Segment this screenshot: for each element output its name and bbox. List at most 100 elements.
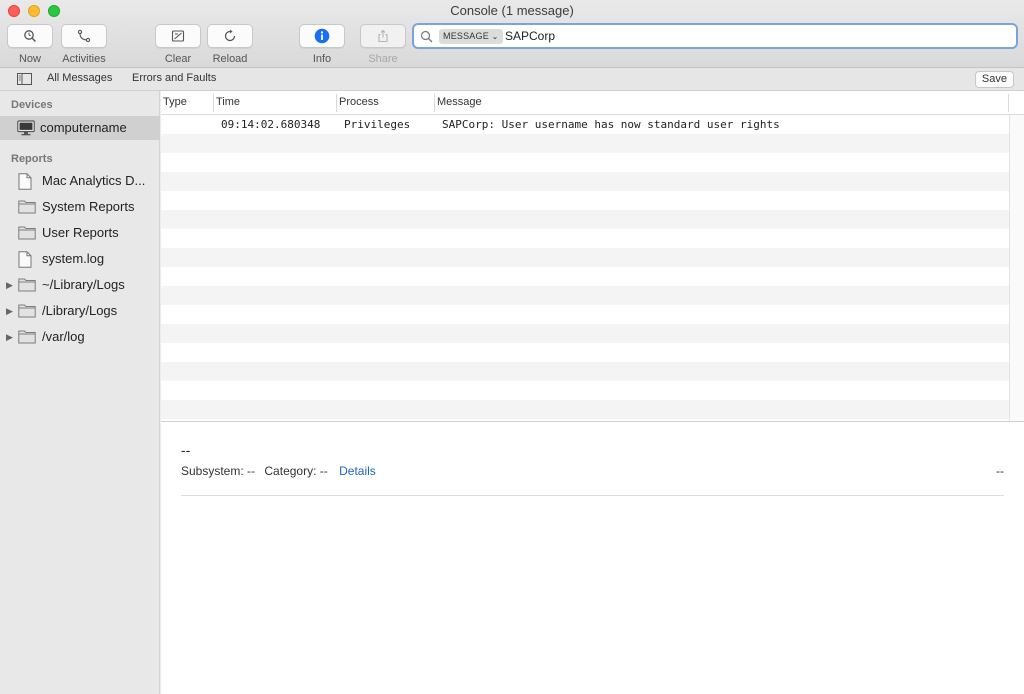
column-divider[interactable] bbox=[434, 94, 435, 112]
empty-row bbox=[161, 381, 1009, 400]
sidebar-toggle-icon[interactable] bbox=[17, 73, 32, 85]
empty-row bbox=[161, 286, 1009, 305]
activities-tool: Activities bbox=[61, 24, 107, 65]
details-link[interactable]: Details bbox=[339, 464, 376, 478]
disclosure-triangle-icon[interactable]: ▶ bbox=[6, 332, 13, 343]
empty-row bbox=[161, 362, 1009, 381]
clear-icon bbox=[171, 30, 185, 42]
empty-row bbox=[161, 153, 1009, 172]
sidebar-item-var-log[interactable]: ▶ /var/log bbox=[0, 325, 160, 349]
info-icon bbox=[314, 28, 330, 44]
now-icon bbox=[24, 30, 36, 42]
sidebar-item-label: computername bbox=[40, 120, 127, 135]
reports-heading: Reports bbox=[11, 153, 53, 165]
disclosure-triangle-icon[interactable]: ▶ bbox=[6, 306, 13, 317]
category-label: Category: bbox=[264, 464, 317, 478]
reload-icon bbox=[224, 29, 236, 42]
sidebar-item-label: User Reports bbox=[42, 225, 119, 240]
toolbar: Console (1 message) Now Activities Clear… bbox=[0, 0, 1024, 68]
detail-right-value: -- bbox=[996, 464, 1004, 478]
column-header-message[interactable]: Message bbox=[437, 96, 482, 108]
chevron-down-icon: ⌄ bbox=[491, 32, 499, 41]
search-token-label: MESSAGE bbox=[443, 31, 489, 41]
detail-pane: -- Subsystem: -- Category: -- Details -- bbox=[161, 422, 1024, 694]
computer-icon bbox=[17, 120, 35, 136]
activities-label: Activities bbox=[62, 53, 106, 65]
sidebar-item-library-logs[interactable]: ▶ /Library/Logs bbox=[0, 299, 160, 323]
now-button[interactable] bbox=[7, 24, 53, 48]
search-input-value[interactable]: SAPCorp bbox=[505, 29, 555, 43]
empty-row bbox=[161, 191, 1009, 210]
sidebar-item-system-reports[interactable]: System Reports bbox=[0, 195, 160, 219]
info-tool: Info bbox=[299, 24, 345, 65]
folder-icon bbox=[18, 330, 36, 344]
sidebar-item-user-reports[interactable]: User Reports bbox=[0, 221, 160, 245]
reload-tool: Reload bbox=[207, 24, 253, 65]
empty-row bbox=[161, 210, 1009, 229]
share-button[interactable] bbox=[360, 24, 406, 48]
activities-icon bbox=[77, 29, 91, 43]
empty-row bbox=[161, 134, 1009, 153]
search-token[interactable]: MESSAGE ⌄ bbox=[439, 29, 503, 44]
disclosure-triangle-icon[interactable]: ▶ bbox=[6, 280, 13, 291]
table-row[interactable]: 09:14:02.680348 Privileges SAPCorp: User… bbox=[161, 115, 1009, 134]
filter-all-messages[interactable]: All Messages bbox=[47, 72, 112, 84]
sidebar-item-label: Mac Analytics D... bbox=[42, 173, 146, 188]
column-header-process[interactable]: Process bbox=[339, 96, 379, 108]
table-header: Type Time Process Message bbox=[161, 91, 1024, 115]
sidebar-item-label: /Library/Logs bbox=[42, 303, 118, 318]
share-label: Share bbox=[368, 53, 398, 65]
info-button[interactable] bbox=[299, 24, 345, 48]
column-divider[interactable] bbox=[336, 94, 337, 112]
sidebar-item-label: System Reports bbox=[42, 199, 135, 214]
detail-metadata: Subsystem: -- Category: -- Details bbox=[181, 464, 376, 478]
window-title: Console (1 message) bbox=[450, 3, 574, 18]
reload-label: Reload bbox=[212, 53, 248, 65]
sidebar-item-label: ~/Library/Logs bbox=[42, 277, 125, 292]
detail-title: -- bbox=[181, 442, 191, 458]
save-button[interactable]: Save bbox=[974, 71, 1014, 88]
share-tool: Share bbox=[360, 24, 406, 65]
clear-tool: Clear bbox=[155, 24, 201, 65]
cell-time: 09:14:02.680348 bbox=[221, 118, 321, 131]
category-value: -- bbox=[319, 464, 328, 478]
devices-heading: Devices bbox=[11, 99, 53, 111]
empty-row bbox=[161, 248, 1009, 267]
document-icon bbox=[18, 173, 32, 190]
share-icon bbox=[378, 29, 388, 43]
cell-process: Privileges bbox=[344, 118, 411, 131]
folder-icon bbox=[18, 304, 36, 318]
activities-button[interactable] bbox=[61, 24, 107, 48]
sidebar-item-user-library-logs[interactable]: ▶ ~/Library/Logs bbox=[0, 273, 160, 297]
sidebar-item-system-log[interactable]: system.log bbox=[0, 247, 160, 271]
column-divider[interactable] bbox=[213, 94, 214, 112]
subsystem-label: Subsystem: bbox=[181, 464, 244, 478]
empty-row bbox=[161, 172, 1009, 191]
column-header-type[interactable]: Type bbox=[163, 96, 187, 108]
folder-icon bbox=[18, 200, 36, 214]
subsystem-value: -- bbox=[247, 464, 256, 478]
empty-row bbox=[161, 305, 1009, 324]
document-icon bbox=[18, 251, 32, 268]
info-label: Info bbox=[312, 53, 332, 65]
empty-row bbox=[161, 400, 1009, 419]
clear-label: Clear bbox=[164, 53, 192, 65]
search-icon bbox=[420, 30, 433, 43]
clear-button[interactable] bbox=[155, 24, 201, 48]
cell-message: SAPCorp: User username has now standard … bbox=[442, 118, 780, 131]
folder-icon bbox=[18, 226, 36, 240]
sidebar-item-label: /var/log bbox=[42, 329, 85, 344]
sidebar-item-computername[interactable]: computername bbox=[0, 116, 160, 140]
reload-button[interactable] bbox=[207, 24, 253, 48]
filter-bar: All Messages Errors and Faults Save bbox=[0, 68, 1024, 91]
detail-divider bbox=[181, 495, 1004, 496]
sidebar: Devices computername Reports Mac Analyti… bbox=[0, 91, 160, 694]
sidebar-item-mac-analytics[interactable]: Mac Analytics D... bbox=[0, 169, 160, 193]
table-scrollbar[interactable] bbox=[1009, 115, 1024, 421]
column-header-time[interactable]: Time bbox=[216, 96, 240, 108]
filter-errors-and-faults[interactable]: Errors and Faults bbox=[132, 72, 216, 84]
search-field[interactable]: MESSAGE ⌄ SAPCorp bbox=[412, 23, 1018, 49]
now-tool: Now bbox=[7, 24, 53, 65]
empty-row bbox=[161, 267, 1009, 286]
column-divider bbox=[1008, 94, 1009, 112]
